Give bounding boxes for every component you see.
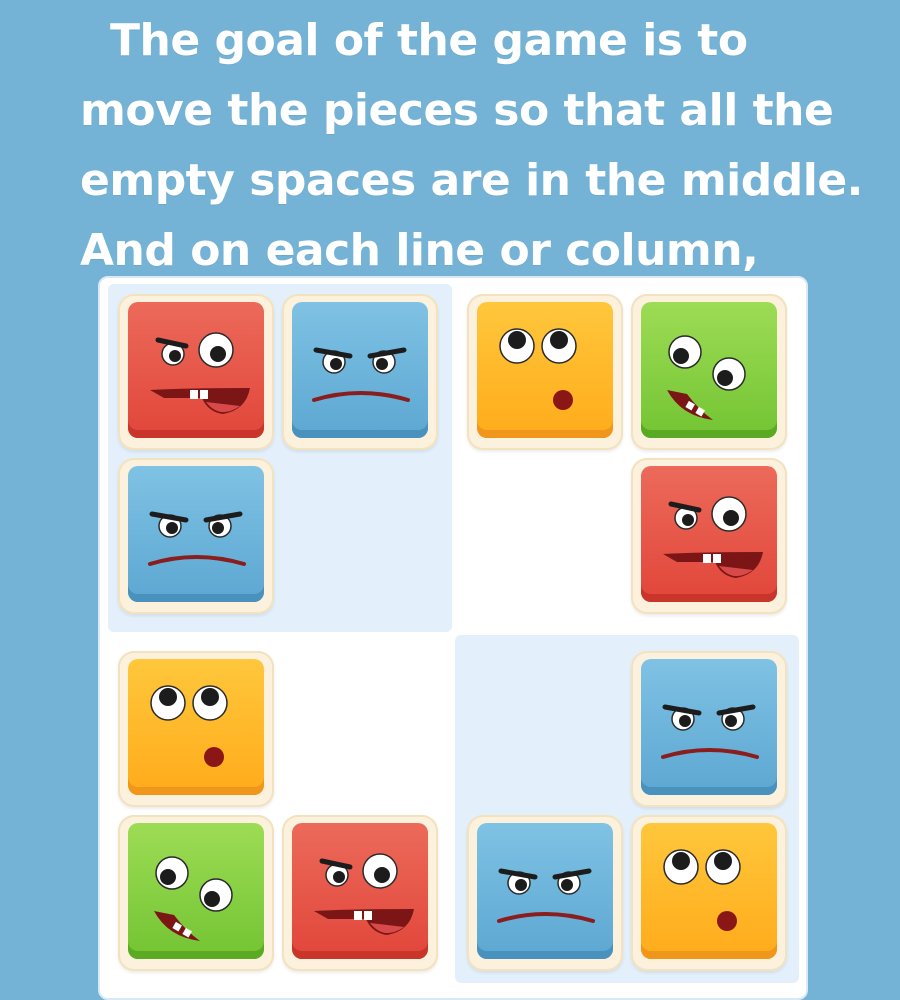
- green-laugh-piece[interactable]: [631, 294, 787, 450]
- green-laugh-face: [641, 302, 777, 438]
- yellow-surprised-face: [641, 823, 777, 959]
- green-laugh-piece[interactable]: [118, 815, 274, 971]
- red-grin-face-icon: [314, 853, 414, 935]
- blue-frown-face-icon: [661, 704, 759, 759]
- red-grin-piece[interactable]: [631, 458, 787, 614]
- red-grin-face-icon: [663, 496, 763, 578]
- blue-frown-face: [477, 823, 613, 959]
- blue-frown-piece[interactable]: [631, 651, 787, 807]
- yellow-surprised-piece[interactable]: [467, 294, 623, 450]
- instructions-text: The goal of the game is to move the piec…: [80, 15, 863, 276]
- red-grin-face: [292, 823, 428, 959]
- yellow-surprised-face-icon: [499, 328, 577, 410]
- blue-frown-face: [641, 659, 777, 795]
- green-laugh-face-icon: [667, 335, 746, 420]
- green-laugh-face-icon: [154, 856, 233, 941]
- red-grin-piece[interactable]: [118, 294, 274, 450]
- yellow-surprised-piece[interactable]: [631, 815, 787, 971]
- green-laugh-face: [128, 823, 264, 959]
- yellow-surprised-face-icon: [663, 849, 741, 931]
- yellow-surprised-piece[interactable]: [118, 651, 274, 807]
- blue-frown-face: [128, 466, 264, 602]
- red-grin-face-icon: [150, 332, 250, 414]
- blue-frown-piece[interactable]: [467, 815, 623, 971]
- game-board: [98, 276, 808, 1000]
- red-grin-piece[interactable]: [282, 815, 438, 971]
- blue-frown-face: [292, 302, 428, 438]
- blue-frown-face-icon: [497, 868, 595, 923]
- yellow-surprised-face: [477, 302, 613, 438]
- red-grin-face: [128, 302, 264, 438]
- blue-frown-face-icon: [312, 347, 410, 402]
- yellow-surprised-face: [128, 659, 264, 795]
- blue-frown-face-icon: [148, 511, 246, 566]
- yellow-surprised-face-icon: [150, 685, 228, 767]
- blue-frown-piece[interactable]: [282, 294, 438, 450]
- red-grin-face: [641, 466, 777, 602]
- blue-frown-piece[interactable]: [118, 458, 274, 614]
